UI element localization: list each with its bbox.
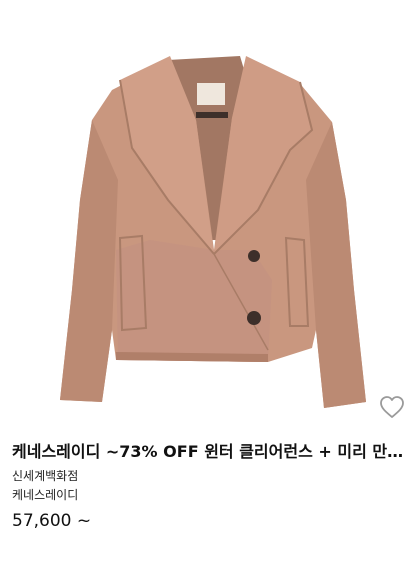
product-title[interactable]: 케네스레이디 ~73% OFF 윈터 클리어런스 + 미리 만나… bbox=[12, 440, 408, 464]
brand-name: 케네스레이디 bbox=[12, 488, 79, 502]
product-image[interactable] bbox=[0, 0, 414, 430]
product-price: 57,600 ~ bbox=[12, 511, 92, 531]
product-card[interactable]: 케네스레이디 ~73% OFF 윈터 클리어런스 + 미리 만나… 신세계백화점… bbox=[0, 0, 414, 561]
wishlist-heart-icon[interactable] bbox=[378, 394, 406, 420]
store-name: 신세계백화점 bbox=[12, 469, 79, 483]
